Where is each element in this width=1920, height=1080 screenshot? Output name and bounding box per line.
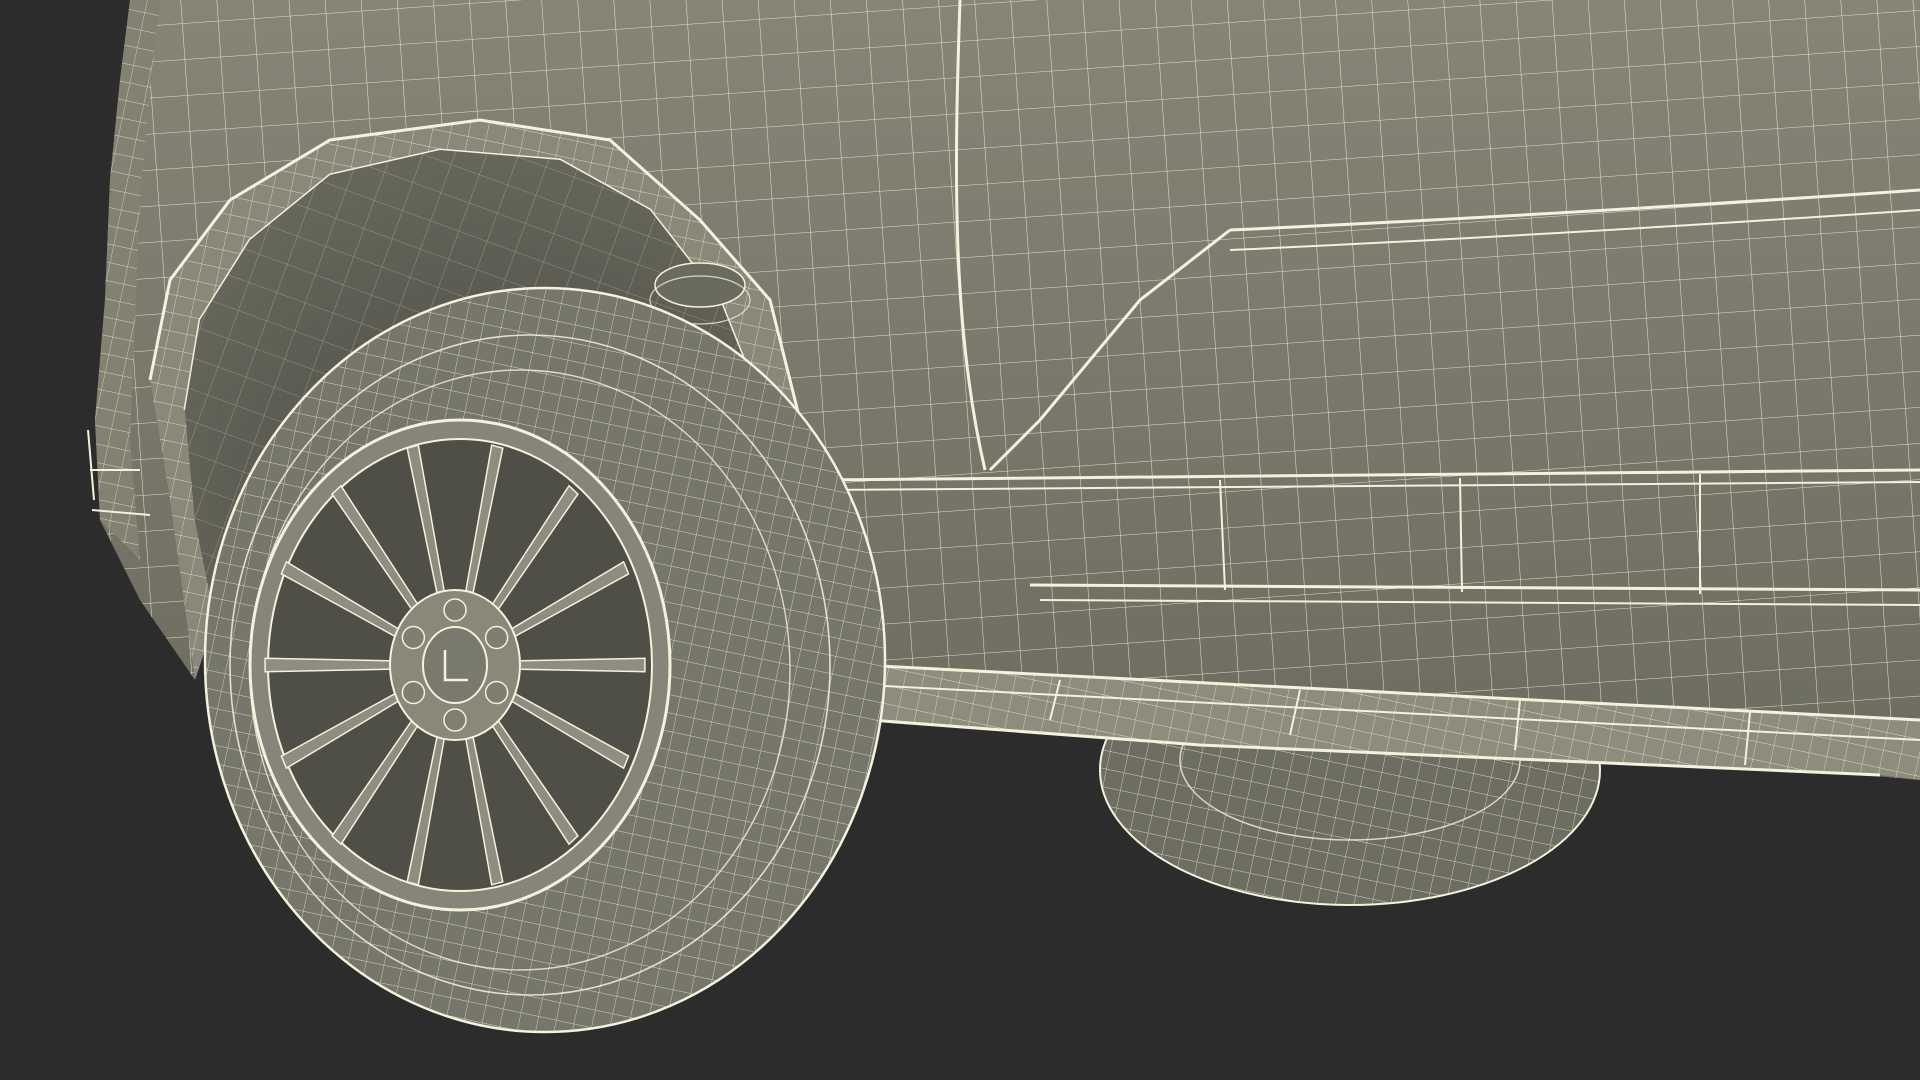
rim-spoke <box>514 657 646 673</box>
lug-nut <box>484 625 509 650</box>
rim <box>248 418 672 912</box>
lug-nut <box>443 598 467 622</box>
lug-nut <box>484 680 509 705</box>
render-viewport <box>0 0 1920 1080</box>
lug-nut <box>401 625 426 650</box>
wireframe-render <box>0 0 1920 1080</box>
rim-spoke <box>264 657 396 673</box>
lug-nut <box>401 680 426 705</box>
front-wheel <box>203 286 887 1034</box>
lug-nut <box>443 708 467 732</box>
